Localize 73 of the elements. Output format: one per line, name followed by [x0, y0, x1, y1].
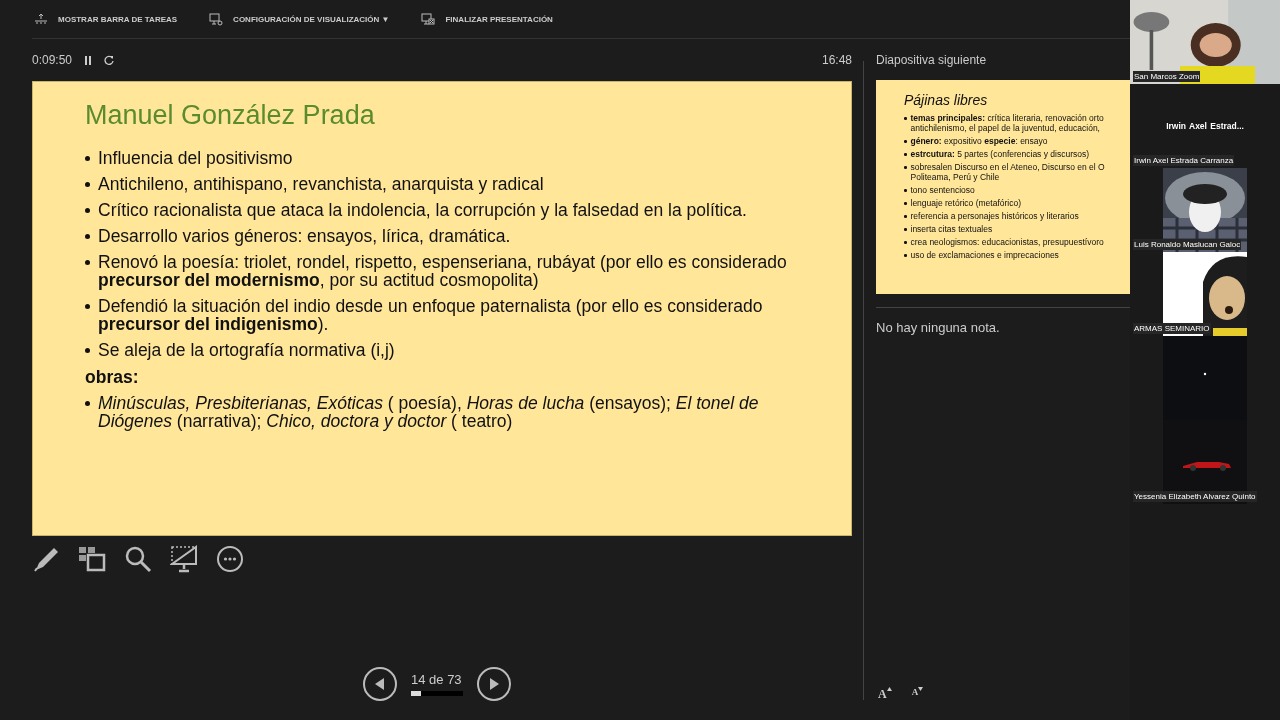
previous-slide-button[interactable]	[363, 667, 397, 701]
elapsed-time: 0:09:50	[32, 53, 73, 67]
clock-time: 16:48	[821, 53, 852, 67]
bullet-icon	[85, 348, 90, 353]
monitor-close-icon	[421, 12, 436, 26]
bullet-text: uso de exclamaciones e imprecaciones	[910, 250, 1059, 260]
bullet-text: Defendió la situación del indio desde un enfoque paternalista (por ello es considerado precursor del indigenismo).	[98, 297, 764, 333]
font-size-button[interactable]: A	[909, 687, 926, 702]
right-arrow-icon	[489, 678, 499, 690]
font-size-button[interactable]: A	[876, 687, 894, 702]
left-arrow-icon	[375, 678, 385, 690]
monitor-icon[interactable]	[170, 545, 198, 573]
bullet-text: inserta citas textuales	[910, 224, 993, 234]
bullet-icon	[85, 156, 90, 161]
bullet-icon	[85, 182, 90, 187]
monitor-gear-icon	[209, 12, 224, 26]
pause-icon[interactable]	[84, 55, 93, 65]
slide-title: Pájinas libres	[904, 92, 989, 108]
bullet-icon	[904, 153, 907, 156]
bullet-icon	[85, 208, 90, 213]
bullet-text: Desarrollo varios géneros: ensayos, lírica, dramática.	[98, 227, 511, 245]
bullet-icon	[85, 234, 90, 239]
notes-text: No hay ninguna nota.	[876, 320, 1001, 335]
bullet-icon	[85, 260, 90, 265]
reset-icon[interactable]	[104, 55, 115, 65]
bullet-text: lenguaje retórico (metafórico)	[910, 198, 1022, 208]
bullet-text: antichilenismo, el papel de la juventud, educación,	[910, 123, 1101, 133]
bullet-text: referencia a personajes históricos y literarios	[910, 211, 1079, 221]
bullet-text: tono sentencioso	[910, 185, 975, 195]
bullet-icon	[904, 241, 907, 244]
slides-icon[interactable]	[78, 545, 106, 573]
slide-counter: 14 de 73	[411, 672, 463, 687]
bullet-icon	[904, 189, 907, 192]
caret-down-icon	[918, 687, 924, 691]
bullet-icon	[85, 304, 90, 309]
toolbar-button[interactable]: CONFIGURACIÓN DE VISUALIZACIÓN ▼	[207, 10, 392, 28]
participant-label: Yessenia Elizabeth Alvarez Quinto	[1133, 491, 1257, 502]
bullet-text: género: expositivo especie: ensayo	[910, 136, 1048, 146]
bullet-icon	[904, 202, 907, 205]
bullet-icon	[904, 140, 907, 143]
bullet-icon	[904, 228, 907, 231]
next-slide-button[interactable]	[477, 667, 511, 701]
search-icon[interactable]	[124, 545, 152, 573]
participant-label: San Marcos Zoom	[1133, 71, 1201, 82]
bullet-text: Crítico racionalista que ataca la indolencia, la corrupción y la falsedad en la política.	[98, 201, 747, 219]
more-icon[interactable]	[216, 545, 244, 573]
pen-icon[interactable]	[32, 545, 60, 573]
bullet-text: Politeama, Perú y Chile	[910, 172, 1001, 182]
bullet-text: Renovó la poesía: triolet, rondel, rispetto, espenseriana, rubáyat (por ello es considerado precursor del modernismo, por su actitud cosmopolita)	[98, 253, 788, 289]
toolbar-button[interactable]: MOSTRAR BARRA DE TAREAS	[32, 11, 180, 27]
bullet-icon	[904, 215, 907, 218]
participant-label: Luis Ronaldo Maslucan Galoc	[1133, 239, 1242, 250]
bullet-text: Influencia del positivismo	[98, 149, 293, 167]
taskbar-icon	[34, 13, 48, 25]
bullet-icon	[904, 117, 907, 120]
slide-heading: obras:	[85, 367, 140, 388]
bullet-text: Se aleja de la ortografía normativa (i,j)	[98, 341, 395, 359]
bullet-icon	[85, 401, 90, 406]
toolbar-button[interactable]: FINALIZAR PRESENTACIÓN	[419, 10, 555, 28]
bullet-text: crea neologismos: educacionistas, presupuestívoro	[910, 237, 1104, 247]
caret-up-icon	[886, 687, 892, 691]
next-slide-heading: Diapositiva siguiente	[876, 52, 988, 69]
bullet-text: Minúsculas, Presbiterianas, Exóticas ( poesía), Horas de lucha (ensayos); El tonel de Diógenes (narrativa); Chico, doctora y doctor ( teatro)	[98, 394, 760, 430]
participant-name: Irwin Axel Estrad...	[1166, 121, 1244, 131]
bullet-text: sobresalen Discurso en el Ateneo, Discurso en el O	[910, 162, 1105, 172]
bullet-icon	[904, 166, 907, 169]
bullet-text: estrcutura: 5 partes (conferencias y discursos)	[910, 149, 1090, 159]
bullet-text: temas principales: crítica literaria, renovación orto	[910, 113, 1104, 123]
slide-title: Manuel González Prada	[85, 100, 376, 131]
bullet-text: Antichileno, antihispano, revanchista, anarquista y radical	[98, 175, 544, 193]
participant-label: Irwin Axel Estrada Carranza	[1133, 155, 1235, 166]
participant-label: ARMAS SEMINARIO	[1133, 323, 1211, 334]
bullet-icon	[904, 254, 907, 257]
